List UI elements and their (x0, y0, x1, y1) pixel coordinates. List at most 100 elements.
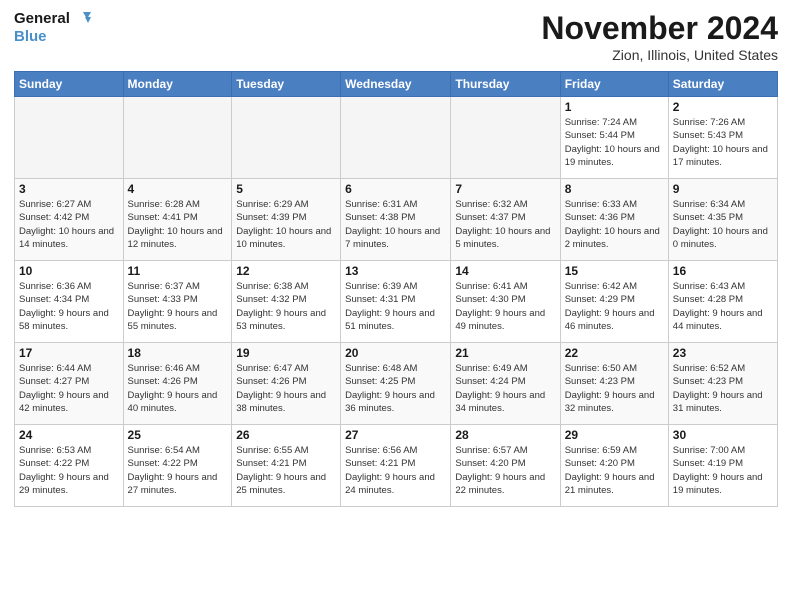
calendar-cell (15, 97, 124, 179)
calendar-cell: 1 Sunrise: 7:24 AMSunset: 5:44 PMDaylight… (560, 97, 668, 179)
logo-bird-icon (73, 10, 91, 28)
day-number: 5 (236, 182, 336, 196)
logo-blue: Blue (14, 28, 91, 45)
day-info: Sunrise: 6:53 AMSunset: 4:22 PMDaylight:… (19, 444, 119, 497)
calendar-cell: 21Sunrise: 6:49 AMSunset: 4:24 PMDayligh… (451, 343, 560, 425)
day-number: 26 (236, 428, 336, 442)
month-year-title: November 2024 (541, 10, 778, 47)
calendar-cell: 12Sunrise: 6:38 AMSunset: 4:32 PMDayligh… (232, 261, 341, 343)
day-info: Sunrise: 6:28 AMSunset: 4:41 PMDaylight:… (128, 198, 228, 251)
day-number: 6 (345, 182, 446, 196)
day-info: Sunrise: 6:54 AMSunset: 4:22 PMDaylight:… (128, 444, 228, 497)
day-info: Sunrise: 7:00 AMSunset: 4:19 PMDaylight:… (673, 444, 773, 497)
day-number: 8 (565, 182, 664, 196)
day-info: Sunrise: 6:55 AMSunset: 4:21 PMDaylight:… (236, 444, 336, 497)
logo-general: General (14, 10, 70, 27)
calendar-cell (232, 97, 341, 179)
calendar-cell: 7 Sunrise: 6:32 AMSunset: 4:37 PMDaylight… (451, 179, 560, 261)
calendar-cell: 4Sunrise: 6:28 AMSunset: 4:41 PMDaylight… (123, 179, 232, 261)
day-info: Sunrise: 6:44 AMSunset: 4:27 PMDaylight:… (19, 362, 119, 415)
calendar-cell: 20 Sunrise: 6:48 AMSunset: 4:25 PMDayligh… (341, 343, 451, 425)
calendar-cell: 3Sunrise: 6:27 AMSunset: 4:42 PMDaylight… (15, 179, 124, 261)
day-info: Sunrise: 6:38 AMSunset: 4:32 PMDaylight:… (236, 280, 336, 333)
day-number: 23 (673, 346, 773, 360)
header-friday: Friday (560, 72, 668, 97)
calendar-cell: 27Sunrise: 6:56 AMSunset: 4:21 PMDayligh… (341, 425, 451, 507)
day-info: Sunrise: 6:34 AMSunset: 4:35 PMDaylight:… (673, 198, 773, 251)
day-info: Sunrise: 6:39 AMSunset: 4:31 PMDaylight:… (345, 280, 446, 333)
day-info: Sunrise: 6:41 AMSunset: 4:30 PMDaylight:… (455, 280, 555, 333)
calendar-cell: 22 Sunrise: 6:50 AMSunset: 4:23 PMDayligh… (560, 343, 668, 425)
day-number: 11 (128, 264, 228, 278)
day-info: Sunrise: 6:36 AMSunset: 4:34 PMDaylight:… (19, 280, 119, 333)
day-info: Sunrise: 6:37 AMSunset: 4:33 PMDaylight:… (128, 280, 228, 333)
week-row-2: 10 Sunrise: 6:36 AMSunset: 4:34 PMDayligh… (15, 261, 778, 343)
calendar-cell: 15Sunrise: 6:42 AMSunset: 4:29 PMDayligh… (560, 261, 668, 343)
day-number: 2 (673, 100, 773, 114)
day-info: Sunrise: 6:50 AMSunset: 4:23 PMDaylight:… (565, 362, 664, 415)
day-info: Sunrise: 6:56 AMSunset: 4:21 PMDaylight:… (345, 444, 446, 497)
day-number: 30 (673, 428, 773, 442)
day-info: Sunrise: 6:59 AMSunset: 4:20 PMDaylight:… (565, 444, 664, 497)
day-info: Sunrise: 6:32 AMSunset: 4:37 PMDaylight:… (455, 198, 555, 251)
weekday-header-row: Sunday Monday Tuesday Wednesday Thursday… (15, 72, 778, 97)
header-tuesday: Tuesday (232, 72, 341, 97)
title-block: November 2024 Zion, Illinois, United Sta… (541, 10, 778, 63)
calendar-cell: 19 Sunrise: 6:47 AMSunset: 4:26 PMDayligh… (232, 343, 341, 425)
week-row-4: 24 Sunrise: 6:53 AMSunset: 4:22 PMDayligh… (15, 425, 778, 507)
week-row-3: 17Sunrise: 6:44 AMSunset: 4:27 PMDayligh… (15, 343, 778, 425)
day-number: 24 (19, 428, 119, 442)
calendar-cell: 14 Sunrise: 6:41 AMSunset: 4:30 PMDayligh… (451, 261, 560, 343)
calendar-cell: 17Sunrise: 6:44 AMSunset: 4:27 PMDayligh… (15, 343, 124, 425)
calendar-cell: 2 Sunrise: 7:26 AMSunset: 5:43 PMDaylight… (668, 97, 777, 179)
header-monday: Monday (123, 72, 232, 97)
day-number: 20 (345, 346, 446, 360)
day-info: Sunrise: 6:49 AMSunset: 4:24 PMDaylight:… (455, 362, 555, 415)
calendar-cell: 16 Sunrise: 6:43 AMSunset: 4:28 PMDayligh… (668, 261, 777, 343)
day-info: Sunrise: 7:26 AMSunset: 5:43 PMDaylight:… (673, 116, 773, 169)
calendar-cell (123, 97, 232, 179)
day-number: 29 (565, 428, 664, 442)
day-info: Sunrise: 6:43 AMSunset: 4:28 PMDaylight:… (673, 280, 773, 333)
day-info: Sunrise: 6:27 AMSunset: 4:42 PMDaylight:… (19, 198, 119, 251)
header-wednesday: Wednesday (341, 72, 451, 97)
day-number: 14 (455, 264, 555, 278)
day-number: 18 (128, 346, 228, 360)
calendar-cell (451, 97, 560, 179)
calendar-cell: 10 Sunrise: 6:36 AMSunset: 4:34 PMDayligh… (15, 261, 124, 343)
day-info: Sunrise: 6:47 AMSunset: 4:26 PMDaylight:… (236, 362, 336, 415)
day-number: 16 (673, 264, 773, 278)
day-info: Sunrise: 6:31 AMSunset: 4:38 PMDaylight:… (345, 198, 446, 251)
location-subtitle: Zion, Illinois, United States (541, 47, 778, 63)
day-info: Sunrise: 6:57 AMSunset: 4:20 PMDaylight:… (455, 444, 555, 497)
calendar-cell (341, 97, 451, 179)
calendar-cell: 8 Sunrise: 6:33 AMSunset: 4:36 PMDaylight… (560, 179, 668, 261)
day-number: 13 (345, 264, 446, 278)
day-info: Sunrise: 6:33 AMSunset: 4:36 PMDaylight:… (565, 198, 664, 251)
header-sunday: Sunday (15, 72, 124, 97)
week-row-0: 1 Sunrise: 7:24 AMSunset: 5:44 PMDaylight… (15, 97, 778, 179)
calendar-cell: 26 Sunrise: 6:55 AMSunset: 4:21 PMDayligh… (232, 425, 341, 507)
day-info: Sunrise: 6:48 AMSunset: 4:25 PMDaylight:… (345, 362, 446, 415)
week-row-1: 3Sunrise: 6:27 AMSunset: 4:42 PMDaylight… (15, 179, 778, 261)
day-number: 28 (455, 428, 555, 442)
day-number: 7 (455, 182, 555, 196)
calendar-cell: 24 Sunrise: 6:53 AMSunset: 4:22 PMDayligh… (15, 425, 124, 507)
header-saturday: Saturday (668, 72, 777, 97)
day-number: 22 (565, 346, 664, 360)
day-info: Sunrise: 7:24 AMSunset: 5:44 PMDaylight:… (565, 116, 664, 169)
calendar-cell: 23 Sunrise: 6:52 AMSunset: 4:23 PMDayligh… (668, 343, 777, 425)
calendar-table: Sunday Monday Tuesday Wednesday Thursday… (14, 71, 778, 507)
calendar-cell: 29 Sunrise: 6:59 AMSunset: 4:20 PMDayligh… (560, 425, 668, 507)
calendar-cell: 5 Sunrise: 6:29 AMSunset: 4:39 PMDaylight… (232, 179, 341, 261)
day-number: 10 (19, 264, 119, 278)
calendar-cell: 25Sunrise: 6:54 AMSunset: 4:22 PMDayligh… (123, 425, 232, 507)
day-info: Sunrise: 6:52 AMSunset: 4:23 PMDaylight:… (673, 362, 773, 415)
day-info: Sunrise: 6:29 AMSunset: 4:39 PMDaylight:… (236, 198, 336, 251)
calendar-cell: 18Sunrise: 6:46 AMSunset: 4:26 PMDayligh… (123, 343, 232, 425)
day-number: 1 (565, 100, 664, 114)
day-number: 19 (236, 346, 336, 360)
day-number: 9 (673, 182, 773, 196)
calendar-cell: 6 Sunrise: 6:31 AMSunset: 4:38 PMDaylight… (341, 179, 451, 261)
header-thursday: Thursday (451, 72, 560, 97)
